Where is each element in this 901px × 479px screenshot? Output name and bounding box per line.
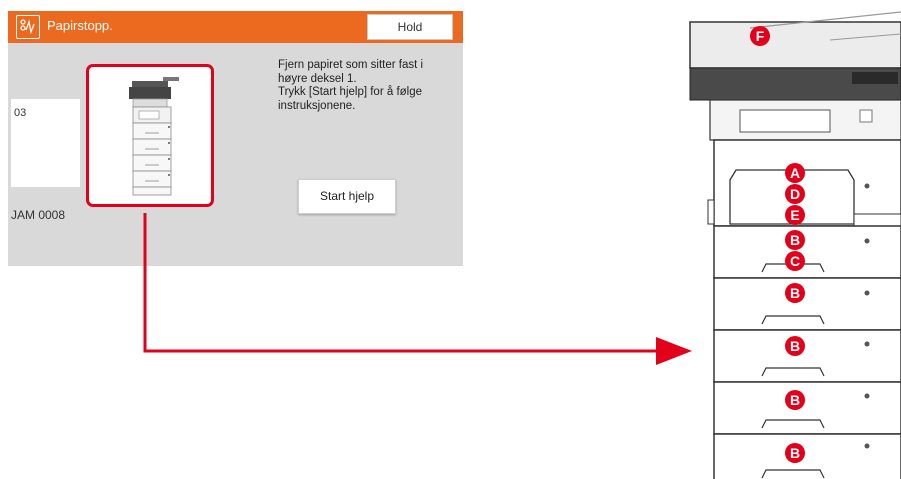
- svg-text:F: F: [756, 28, 765, 44]
- svg-text:E: E: [790, 207, 799, 223]
- callout-c: C: [785, 251, 805, 271]
- callout-b: B: [785, 283, 805, 303]
- printer-device-illustration: F A D E B C B B B B: [689, 11, 901, 479]
- svg-text:B: B: [790, 338, 800, 354]
- callout-d: D: [785, 184, 805, 204]
- callout-b: B: [785, 443, 805, 463]
- callout-e: E: [785, 205, 805, 225]
- svg-text:B: B: [790, 392, 800, 408]
- callout-b: B: [785, 230, 805, 250]
- callout-f: F: [750, 26, 770, 46]
- svg-text:B: B: [790, 445, 800, 461]
- svg-text:C: C: [790, 253, 800, 269]
- svg-text:B: B: [790, 285, 800, 301]
- svg-text:A: A: [790, 165, 800, 181]
- callout-b: B: [785, 390, 805, 410]
- callout-a: A: [785, 163, 805, 183]
- callout-b: B: [785, 336, 805, 356]
- svg-text:B: B: [790, 232, 800, 248]
- svg-text:D: D: [790, 186, 800, 202]
